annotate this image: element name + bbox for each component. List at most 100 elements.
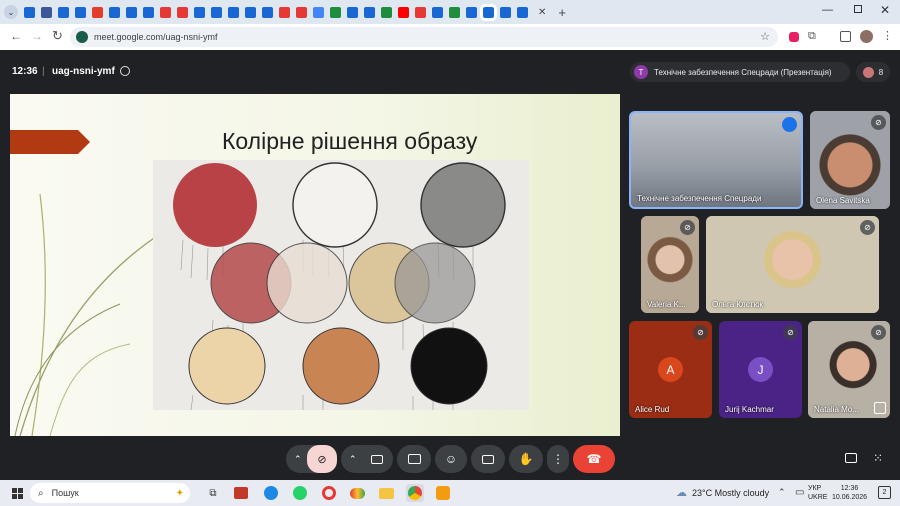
edge-icon	[264, 486, 278, 500]
tile-name: Natalia Mo...	[814, 405, 859, 414]
activities-icon[interactable]: ⁙	[873, 451, 883, 465]
tab-favicon[interactable]	[381, 6, 392, 18]
network-icon[interactable]: ▭	[795, 487, 804, 498]
tab-favicon[interactable]	[245, 6, 256, 18]
new-tab-button[interactable]: +	[558, 5, 566, 20]
tab-favicon[interactable]	[75, 6, 86, 18]
tab-favicon[interactable]	[398, 6, 409, 18]
reload-icon[interactable]: ↻	[52, 28, 63, 44]
tile-olha-kletiuk[interactable]: ⊘ Ольга Клєтюк	[706, 216, 879, 313]
participant-count: 8	[878, 67, 884, 77]
tab-favicon[interactable]	[432, 6, 443, 18]
tile-presenter-room[interactable]: Технічне забезпечення Спецради	[629, 111, 803, 209]
tab-favicon[interactable]	[126, 6, 137, 18]
tab-favicon[interactable]	[500, 6, 511, 18]
tab-favicon[interactable]	[279, 6, 290, 18]
back-icon[interactable]: ←	[10, 29, 22, 43]
tab-favicon[interactable]	[58, 6, 69, 18]
search-highlight-icon: ✦	[175, 487, 184, 499]
opera-icon	[322, 486, 336, 500]
start-button[interactable]	[8, 484, 26, 502]
captions-button[interactable]	[471, 445, 505, 473]
meeting-code: uag-nsni-ymf	[52, 66, 115, 77]
taskbar-search-box[interactable]: ⌕ Пошук ✦	[30, 483, 190, 503]
bookmark-star-icon[interactable]: ☆	[760, 30, 770, 43]
meeting-info-icon[interactable]	[120, 66, 130, 76]
taskbar-app-colorful[interactable]	[348, 484, 366, 502]
minimize-button[interactable]: —	[822, 4, 833, 16]
tab-favicon[interactable]	[296, 6, 307, 18]
presenter-chip[interactable]: T Технічне забезпечення Спецради (Презен…	[630, 62, 850, 82]
url-field[interactable]: meet.google.com/uag-nsni-ymf ☆	[70, 27, 778, 47]
tab-favicon[interactable]	[466, 6, 477, 18]
taskbar-app-orange[interactable]	[434, 484, 452, 502]
tile-alice-rud[interactable]: A ⊘ Alice Rud	[629, 321, 712, 418]
tab-favicon[interactable]	[364, 6, 375, 18]
mic-muted-icon: ⊘	[693, 325, 708, 340]
notification-count: 2	[882, 489, 887, 496]
taskbar-whatsapp[interactable]	[291, 484, 309, 502]
extensions-puzzle-icon[interactable]: ⧉	[808, 30, 816, 43]
slide-title: Колірне рішення образу	[222, 128, 478, 154]
close-window-button[interactable]: ✕	[880, 3, 890, 17]
tab-favicon[interactable]	[92, 6, 103, 18]
chat-icon[interactable]	[845, 453, 857, 463]
tab-favicon[interactable]	[517, 6, 528, 18]
tab-favicon[interactable]	[480, 3, 497, 21]
taskbar-file-explorer[interactable]	[377, 484, 395, 502]
taskbar-chrome[interactable]	[406, 484, 424, 502]
tab-favicon[interactable]	[262, 6, 273, 18]
url-text: meet.google.com/uag-nsni-ymf	[94, 32, 218, 42]
tab-favicon[interactable]	[24, 6, 35, 18]
tile-valeria[interactable]: ⊘ Valeria K...	[641, 216, 699, 313]
mic-toggle-button[interactable]: ⊘	[307, 445, 337, 473]
taskbar-edge[interactable]	[262, 484, 280, 502]
presenter-chip-label: Технічне забезпечення Спецради (Презента…	[654, 67, 832, 77]
weather-text[interactable]: 23°C Mostly cloudy	[692, 488, 769, 498]
site-info-icon[interactable]	[76, 31, 88, 43]
raise-hand-button[interactable]: ✋	[509, 445, 543, 473]
participants-button[interactable]: 8	[856, 62, 890, 82]
tray-chevron-icon[interactable]: ⌃	[778, 487, 786, 498]
more-options-button[interactable]: ⋮	[547, 445, 569, 473]
header-divider: |	[42, 66, 45, 77]
chrome-icon	[408, 486, 422, 500]
tab-favicon[interactable]	[313, 6, 324, 18]
tab-favicon[interactable]	[330, 6, 341, 18]
extension-icon-pink[interactable]	[789, 32, 799, 42]
tab-favicon[interactable]	[449, 6, 460, 18]
maximize-button[interactable]	[854, 5, 862, 13]
tab-favicon[interactable]	[143, 6, 154, 18]
present-screen-button[interactable]	[397, 445, 431, 473]
active-tab-close-icon[interactable]: ✕	[538, 7, 546, 18]
leave-call-button[interactable]: ☎	[573, 445, 615, 473]
language-indicator[interactable]: УКР UKRE	[808, 484, 827, 502]
clock[interactable]: 12:36 10.06.2026	[832, 484, 867, 502]
tab-favicon[interactable]	[228, 6, 239, 18]
task-view-button[interactable]: ⧉	[204, 484, 222, 502]
tab-favicon[interactable]	[415, 6, 426, 18]
notification-badge[interactable]: 2	[878, 486, 891, 499]
tab-favicon[interactable]	[194, 6, 205, 18]
tab-favicon[interactable]	[177, 6, 188, 18]
tab-favicon[interactable]	[160, 6, 171, 18]
tile-natalia[interactable]: ⊘ Natalia Mo...	[808, 321, 890, 418]
tab-favicon[interactable]	[109, 6, 120, 18]
camera-options-button[interactable]: ⌃	[341, 445, 393, 473]
profile-avatar[interactable]	[860, 30, 873, 43]
reactions-button[interactable]: ☺	[435, 445, 467, 473]
forward-icon[interactable]: →	[31, 29, 43, 43]
taskbar-app-1[interactable]	[232, 484, 250, 502]
tab-favicon[interactable]	[211, 6, 222, 18]
browser-menu-icon[interactable]: ⋮	[882, 29, 893, 42]
tab-search-button[interactable]: ⌄	[4, 5, 18, 19]
tab-favicon[interactable]	[347, 6, 358, 18]
tab-favicon[interactable]	[41, 6, 52, 18]
taskbar-opera[interactable]	[320, 484, 338, 502]
pin-icon[interactable]	[874, 402, 886, 414]
chevron-up-icon: ⌃	[294, 453, 302, 464]
tile-olena-savitska[interactable]: ⊘ Olena Savitska	[810, 111, 890, 209]
presenter-chip-avatar: T	[634, 65, 648, 79]
side-panel-icon[interactable]	[840, 31, 851, 42]
tile-jurij-kachmar[interactable]: J ⊘ Jurij Kachmar	[719, 321, 802, 418]
